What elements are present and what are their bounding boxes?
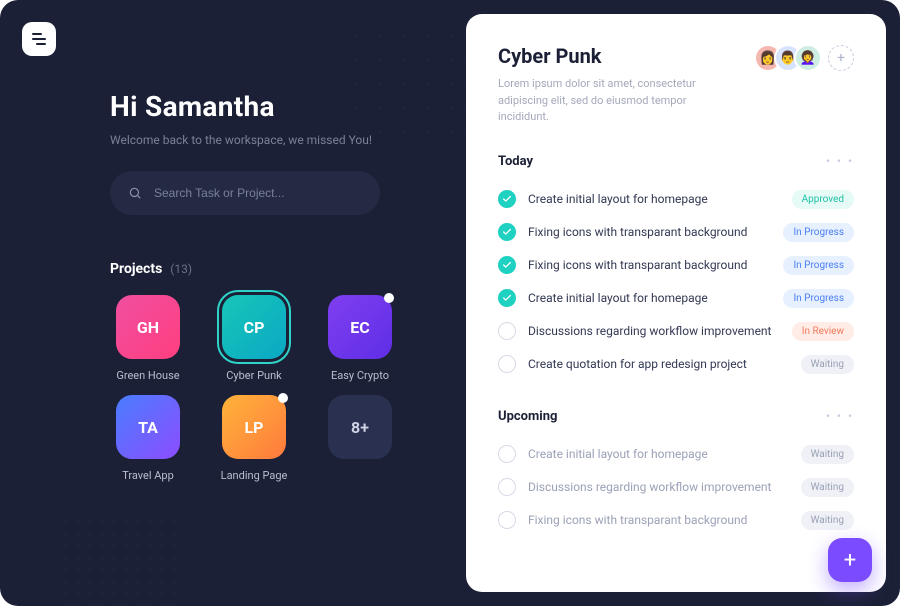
project-tile[interactable]: CP Cyber Punk (216, 295, 292, 383)
task-title: Fixing icons with transparant background (528, 225, 771, 239)
task-checkbox[interactable] (498, 478, 516, 496)
search-input[interactable] (154, 186, 362, 200)
search-icon (128, 186, 142, 200)
project-name: Easy Crypto (331, 369, 389, 383)
sub-greeting: Welcome back to the workspace, we missed… (110, 133, 460, 147)
status-badge: In Progress (783, 256, 854, 275)
status-badge: Waiting (801, 445, 854, 464)
task-title: Fixing icons with transparant background (528, 513, 789, 527)
task-row[interactable]: Fixing icons with transparant background… (498, 504, 854, 537)
task-row[interactable]: Create initial layout for homepage In Pr… (498, 282, 854, 315)
task-title: Create initial layout for homepage (528, 192, 780, 206)
task-title: Discussions regarding workflow improveme… (528, 324, 780, 338)
greeting: Hi Samantha (110, 90, 460, 123)
task-title: Discussions regarding workflow improveme… (528, 480, 789, 494)
task-row[interactable]: Discussions regarding workflow improveme… (498, 471, 854, 504)
project-tile[interactable]: EC Easy Crypto (322, 295, 398, 383)
task-checkbox[interactable] (498, 256, 516, 274)
project-code: CP (244, 318, 265, 337)
project-name: Landing Page (221, 469, 288, 483)
project-code: LP (245, 418, 264, 437)
status-badge: In Progress (783, 223, 854, 242)
task-checkbox[interactable] (498, 223, 516, 241)
task-checkbox[interactable] (498, 190, 516, 208)
project-code: TA (138, 418, 158, 437)
status-badge: In Review (792, 322, 854, 341)
task-row[interactable]: Fixing icons with transparant background… (498, 249, 854, 282)
task-title: Create quotation for app redesign projec… (528, 357, 789, 371)
task-row[interactable]: Create initial layout for homepage Waiti… (498, 438, 854, 471)
avatar[interactable]: 👩‍🦱 (794, 44, 822, 72)
status-badge: Waiting (801, 511, 854, 530)
status-badge: In Progress (783, 289, 854, 308)
project-tile[interactable]: LP Landing Page (216, 395, 292, 483)
status-badge: Waiting (801, 478, 854, 497)
status-badge: Waiting (801, 355, 854, 374)
task-title: Fixing icons with transparant background (528, 258, 771, 272)
menu-button[interactable] (22, 22, 56, 56)
search-bar[interactable] (110, 171, 380, 215)
upcoming-heading: Upcoming (498, 409, 557, 424)
project-code: GH (137, 318, 159, 337)
projects-heading: Projects (110, 261, 162, 277)
notification-dot (278, 393, 288, 403)
add-button[interactable]: + (828, 538, 872, 582)
task-checkbox[interactable] (498, 322, 516, 340)
upcoming-menu-icon[interactable]: • • • (826, 409, 854, 423)
task-checkbox[interactable] (498, 289, 516, 307)
project-more-tile[interactable]: 8+ (322, 395, 398, 483)
project-code: EC (350, 318, 369, 337)
today-menu-icon[interactable]: • • • (826, 154, 854, 168)
add-member-button[interactable]: + (828, 45, 854, 71)
notification-dot (384, 293, 394, 303)
project-name: Green House (116, 369, 179, 383)
project-title: Cyber Punk (498, 44, 728, 68)
status-badge: Approved (792, 190, 854, 209)
more-count: 8+ (351, 418, 369, 437)
task-row[interactable]: Create initial layout for homepage Appro… (498, 183, 854, 216)
task-row[interactable]: Fixing icons with transparant background… (498, 216, 854, 249)
left-panel: Hi Samantha Welcome back to the workspac… (0, 0, 460, 606)
today-heading: Today (498, 154, 533, 169)
project-description: Lorem ipsum dolor sit amet, consectetur … (498, 76, 728, 126)
task-row[interactable]: Discussions regarding workflow improveme… (498, 315, 854, 348)
task-checkbox[interactable] (498, 445, 516, 463)
projects-count: (13) (170, 262, 192, 276)
project-name: Travel App (122, 469, 174, 483)
project-tile[interactable]: GH Green House (110, 295, 186, 383)
task-checkbox[interactable] (498, 511, 516, 529)
project-tile[interactable]: TA Travel App (110, 395, 186, 483)
task-checkbox[interactable] (498, 355, 516, 373)
task-title: Create initial layout for homepage (528, 447, 789, 461)
task-row[interactable]: Create quotation for app redesign projec… (498, 348, 854, 381)
task-title: Create initial layout for homepage (528, 291, 771, 305)
right-panel: Cyber Punk Lorem ipsum dolor sit amet, c… (466, 14, 886, 592)
project-name: Cyber Punk (226, 369, 281, 383)
